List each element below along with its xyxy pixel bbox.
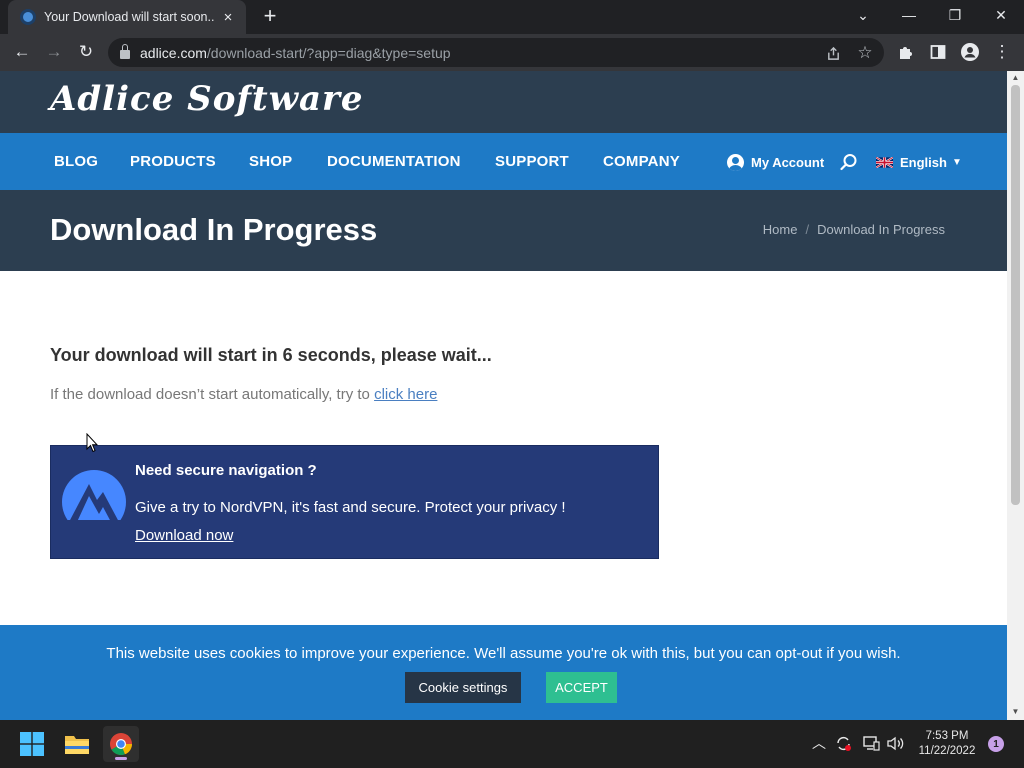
- chrome-icon: [110, 733, 133, 756]
- cookie-accept-button[interactable]: ACCEPT: [546, 672, 617, 703]
- nav-item-documentation[interactable]: DOCUMENTATION: [327, 153, 461, 170]
- breadcrumb-current: Download In Progress: [817, 222, 945, 237]
- cookie-settings-button[interactable]: Cookie settings: [405, 672, 521, 703]
- download-hint-text: If the download doesn’t start automatica…: [50, 386, 375, 403]
- system-clock[interactable]: 7:53 PM 11/22/2022: [914, 729, 980, 759]
- windows-logo-icon: [20, 732, 44, 756]
- network-icon[interactable]: [862, 734, 880, 752]
- show-hidden-icons-chevron-icon[interactable]: ︿: [810, 734, 828, 752]
- browser-menu-icon[interactable]: ⋮: [989, 39, 1015, 65]
- url-path: /download-start/?app=diag&type=setup: [206, 44, 451, 61]
- minimize-button[interactable]: —: [886, 0, 932, 30]
- download-hint: If the download doesn’t start automatica…: [50, 386, 437, 403]
- scrollbar-thumb[interactable]: [1011, 85, 1020, 505]
- nav-item-support[interactable]: SUPPORT: [495, 153, 569, 170]
- my-account-link[interactable]: My Account: [727, 154, 824, 171]
- tab-close-icon[interactable]: ×: [220, 9, 236, 26]
- browser-tabstrip: Your Download will start soon... - × + ⌄…: [0, 0, 1024, 34]
- windows-taskbar: ︿ 7:53 PM 11/22/2022 1: [0, 720, 1024, 768]
- breadcrumb-separator: /: [805, 222, 810, 237]
- vpn-download-link[interactable]: Download now: [135, 527, 233, 544]
- clock-time: 7:53 PM: [925, 730, 969, 742]
- close-window-button[interactable]: ✕: [978, 0, 1024, 30]
- clock-date: 11/22/2022: [918, 745, 976, 757]
- address-bar[interactable]: adlice.com/download-start/?app=diag&type…: [108, 38, 884, 67]
- site-favicon-icon: [20, 9, 36, 25]
- user-circle-icon: [727, 154, 744, 171]
- new-tab-button[interactable]: +: [258, 5, 282, 29]
- tab-search-button[interactable]: ⌄: [840, 0, 886, 30]
- file-explorer-button[interactable]: [59, 726, 95, 762]
- language-selector[interactable]: English ▼: [876, 155, 962, 170]
- cookie-text: This website uses cookies to improve you…: [106, 645, 901, 662]
- cookie-consent-bar: This website uses cookies to improve you…: [0, 625, 1007, 720]
- nav-item-company[interactable]: COMPANY: [603, 153, 680, 170]
- vpn-text: Give a try to NordVPN, it's fast and sec…: [135, 499, 566, 516]
- notification-badge[interactable]: 1: [988, 736, 1004, 752]
- browser-toolbar: ← → ↻ adlice.com/download-start/?app=dia…: [0, 34, 1024, 71]
- extensions-puzzle-icon[interactable]: [893, 39, 919, 65]
- profile-icon[interactable]: [957, 39, 983, 65]
- bookmark-star-icon[interactable]: ☆: [854, 42, 876, 64]
- vpn-heading: Need secure navigation ?: [135, 462, 317, 479]
- breadcrumb-home[interactable]: Home: [763, 222, 798, 237]
- site-logo[interactable]: Adlice Software: [50, 79, 364, 119]
- chrome-taskbar-button[interactable]: [103, 726, 139, 762]
- site-header: Adlice Software: [0, 71, 1007, 133]
- click-here-link[interactable]: click here: [374, 386, 437, 403]
- browser-tab[interactable]: Your Download will start soon... - ×: [8, 0, 246, 34]
- my-account-label: My Account: [751, 155, 825, 170]
- forward-button[interactable]: →: [41, 39, 67, 65]
- share-icon[interactable]: [822, 42, 844, 64]
- web-page: Adlice Software BLOG PRODUCTS SHOP DOCUM…: [0, 71, 1007, 720]
- lock-icon[interactable]: [120, 44, 130, 59]
- folder-icon: [65, 736, 89, 754]
- language-label: English: [900, 155, 947, 170]
- caret-down-icon: ▼: [951, 157, 962, 168]
- start-button[interactable]: [14, 726, 50, 762]
- tab-title: Your Download will start soon... -: [44, 10, 214, 24]
- breadcrumb: Home / Download In Progress: [763, 222, 945, 237]
- main-nav: BLOG PRODUCTS SHOP DOCUMENTATION SUPPORT…: [0, 133, 1007, 190]
- url-host: adlice.com: [140, 44, 207, 61]
- nordvpn-logo-icon: [61, 470, 127, 528]
- reload-button[interactable]: ↻: [73, 39, 99, 65]
- download-wait-message: Your download will start in 6 seconds, p…: [50, 345, 492, 365]
- active-app-indicator: [115, 757, 127, 760]
- scroll-down-icon[interactable]: ▼: [1007, 706, 1024, 718]
- nav-item-shop[interactable]: SHOP: [249, 153, 292, 170]
- uk-flag-icon: [876, 157, 893, 168]
- back-button[interactable]: ←: [9, 39, 35, 65]
- scroll-up-icon[interactable]: ▲: [1007, 72, 1024, 84]
- page-scrollbar[interactable]: ▲ ▼: [1007, 71, 1024, 720]
- side-panel-icon[interactable]: [925, 39, 951, 65]
- nav-item-products[interactable]: PRODUCTS: [130, 153, 216, 170]
- page-title-band: Download In Progress Home / Download In Pr…: [0, 190, 1007, 271]
- search-icon[interactable]: [840, 153, 858, 171]
- nordvpn-promo: Need secure navigation ? Give a try to N…: [50, 445, 659, 559]
- sync-icon[interactable]: [834, 734, 852, 752]
- mouse-cursor-icon: [86, 433, 98, 453]
- volume-icon[interactable]: [886, 734, 904, 752]
- page-title: Download In Progress: [50, 212, 378, 247]
- nav-item-blog[interactable]: BLOG: [54, 153, 98, 170]
- restore-button[interactable]: ❐: [932, 0, 978, 30]
